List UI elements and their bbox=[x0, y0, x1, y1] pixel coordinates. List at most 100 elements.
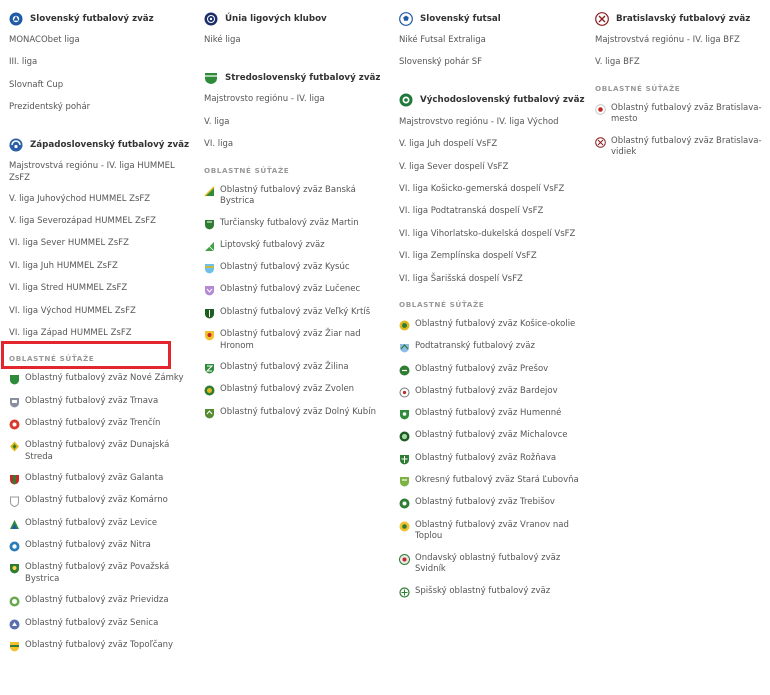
column-4: Bratislavský futbalový zväz Majstrovstvá… bbox=[595, 10, 767, 169]
region-item[interactable]: Oblastný futbalový zväz Trenčín bbox=[9, 418, 189, 440]
section-vsfz: Východoslovenský futbalový zväz Majstrov… bbox=[399, 92, 585, 608]
region-item[interactable]: Oblastný futbalový zväz Nitra bbox=[9, 540, 189, 562]
competition-link[interactable]: V. liga BFZ bbox=[595, 55, 767, 77]
competition-link[interactable]: V. liga Juhovýchod HUMMEL ZsFZ bbox=[9, 192, 189, 214]
competition-link[interactable]: VI. liga Východ HUMMEL ZsFZ bbox=[9, 304, 189, 326]
region-label: Oblastný futbalový zväz Trebišov bbox=[415, 497, 555, 508]
competition-link[interactable]: Niké liga bbox=[204, 33, 384, 55]
section-ulk: Únia ligových klubov Niké liga bbox=[204, 10, 384, 55]
region-label: Oblastný futbalový zväz Bratislava-vidie… bbox=[611, 135, 762, 158]
crest-icon bbox=[399, 454, 410, 465]
region-item[interactable]: Oblastný futbalový zväz Nové Zámky bbox=[9, 373, 189, 395]
competition-link[interactable]: Niké Futsal Extraliga bbox=[399, 33, 584, 55]
competition-link[interactable]: VI. liga Zemplínska dospelí VsFZ bbox=[399, 249, 584, 271]
competition-link[interactable]: VI. liga Juh HUMMEL ZsFZ bbox=[9, 259, 189, 281]
competition-link[interactable]: V. liga Juh dospelí VsFZ bbox=[399, 137, 584, 159]
region-item[interactable]: Oblastný futbalový zväz Senica bbox=[9, 618, 189, 640]
region-item[interactable]: Oblastný futbalový zväz Michalovce bbox=[399, 430, 584, 452]
section-header[interactable]: Slovenský futsal bbox=[399, 10, 584, 27]
region-label: Oblastný futbalový zväz Košice-okolie bbox=[415, 318, 576, 329]
crest-icon bbox=[399, 365, 410, 376]
crest-icon bbox=[204, 385, 215, 396]
region-item[interactable]: Okresný futbalový zväz Stará Ľubovňa bbox=[399, 475, 584, 497]
region-item[interactable]: Oblastný futbalový zväz Galanta bbox=[9, 473, 189, 495]
region-item[interactable]: Oblastný futbalový zväz Kysúc bbox=[204, 262, 384, 284]
region-label: Oblastný futbalový zväz Trnava bbox=[25, 395, 159, 406]
region-item[interactable]: Oblastný futbalový zväz Veľký Krtíš bbox=[204, 307, 384, 329]
competition-link[interactable]: Majstrovstvo regiónu - IV. liga Východ bbox=[399, 115, 584, 137]
crest-icon bbox=[399, 320, 410, 331]
competition-link[interactable]: VI. liga Košicko-gemerská dospelí VsFZ bbox=[399, 182, 584, 204]
section-header[interactable]: Bratislavský futbalový zväz bbox=[595, 10, 767, 27]
region-item[interactable]: Oblastný futbalový zväz Považská Bystric… bbox=[9, 562, 189, 585]
futsal-logo-icon bbox=[399, 11, 413, 26]
region-label: Oblastný futbalový zväz Nové Zámky bbox=[25, 373, 184, 384]
region-item[interactable]: Oblastný futbalový zväz Dunajská Streda bbox=[9, 440, 189, 463]
region-item[interactable]: Oblastný futbalový zväz Topoľčany bbox=[9, 640, 189, 662]
competition-link[interactable]: V. liga bbox=[204, 115, 384, 137]
section-header[interactable]: Stredoslovenský futbalový zväz bbox=[204, 69, 384, 86]
region-item[interactable]: Oblastný futbalový zväz Rožňava bbox=[399, 453, 584, 475]
competition-link[interactable]: V. liga Severozápad HUMMEL ZsFZ bbox=[9, 214, 189, 236]
competition-link[interactable]: III. liga bbox=[9, 55, 189, 77]
competition-link[interactable]: VI. liga Šarišská dospelí VsFZ bbox=[399, 272, 584, 294]
region-item[interactable]: Oblastný futbalový zväz Bratislava-mesto bbox=[595, 103, 767, 126]
competition-link[interactable]: VI. liga Vihorlatsko-dukelská dospelí Vs… bbox=[399, 227, 584, 249]
region-item[interactable]: Oblastný futbalový zväz Lučenec bbox=[204, 284, 384, 306]
column-2: Únia ligových klubov Niké liga Stredoslo… bbox=[204, 10, 384, 429]
regional-competitions-heading: OBLASTNÉ SÚŤAŽE bbox=[595, 83, 681, 93]
section-header[interactable]: Východoslovenský futbalový zväz bbox=[399, 92, 585, 109]
region-item[interactable]: Oblastný futbalový zväz Trebišov bbox=[399, 497, 584, 519]
competition-link[interactable]: Majstrovstvá regiónu - IV. liga BFZ bbox=[595, 33, 767, 55]
region-item[interactable]: Podtatranský futbalový zväz bbox=[399, 341, 584, 363]
competition-link[interactable]: VI. liga Sever HUMMEL ZsFZ bbox=[9, 236, 189, 258]
sfz-logo-icon bbox=[9, 12, 23, 26]
region-item[interactable]: Oblastný futbalový zväz Bratislava-vidie… bbox=[595, 136, 767, 159]
region-item[interactable]: Oblastný futbalový zväz Komárno bbox=[9, 495, 189, 517]
region-item[interactable]: Oblastný futbalový zväz Zvolen bbox=[204, 384, 384, 406]
region-label: Oblastný futbalový zväz Prievidza bbox=[25, 595, 169, 606]
region-item[interactable]: Oblastný futbalový zväz Bardejov bbox=[399, 386, 584, 408]
region-item[interactable]: Oblastný futbalový zväz Košice-okolie bbox=[399, 319, 584, 341]
competition-link[interactable]: MONACObet liga bbox=[9, 33, 189, 55]
section-header[interactable]: Únia ligových klubov bbox=[204, 10, 384, 27]
region-label: Turčiansky futbalový zväz Martin bbox=[220, 217, 359, 228]
region-item[interactable]: Oblastný futbalový zväz Humenné bbox=[399, 408, 584, 430]
region-item[interactable]: Oblastný futbalový zväz Vranov nad Toplo… bbox=[399, 520, 584, 543]
competition-link[interactable]: Slovenský pohár SF bbox=[399, 55, 584, 77]
section-header[interactable]: Slovenský futbalový zväz bbox=[9, 10, 189, 27]
region-item[interactable]: Oblastný futbalový zväz Žiar nad Hronom bbox=[204, 329, 384, 352]
competition-link[interactable]: VI. liga Podtatranská dospelí VsFZ bbox=[399, 204, 584, 226]
region-item[interactable]: Oblastný futbalový zväz Levice bbox=[9, 518, 189, 540]
region-item[interactable]: Turčiansky futbalový zväz Martin bbox=[204, 218, 384, 240]
crest-icon bbox=[399, 498, 410, 509]
competition-link[interactable]: VI. liga bbox=[204, 137, 384, 159]
region-label: Oblastný futbalový zväz Veľký Krtíš bbox=[220, 306, 371, 317]
region-item[interactable]: Ondavský oblastný futbalový zväz Svidník bbox=[399, 553, 584, 576]
region-item[interactable]: Oblastný futbalový zväz Žilina bbox=[204, 362, 384, 384]
section-zsfz: Západoslovenský futbalový zväz Majstrovs… bbox=[9, 137, 189, 663]
region-label: Oblastný futbalový zväz Galanta bbox=[25, 473, 164, 484]
region-item[interactable]: Spišský oblastný futbalový zväz bbox=[399, 586, 584, 608]
competition-link[interactable]: Prezidentský pohár bbox=[9, 100, 189, 122]
region-item[interactable]: Liptovský futbalový zväz bbox=[204, 240, 384, 262]
region-item[interactable]: Oblastný futbalový zväz Prievidza bbox=[9, 595, 189, 617]
region-item[interactable]: Oblastný futbalový zväz Dolný Kubín bbox=[204, 407, 384, 429]
section-header[interactable]: Západoslovenský futbalový zväz bbox=[9, 137, 189, 154]
region-label: Oblastný futbalový zväz Kysúc bbox=[220, 262, 350, 273]
competition-link[interactable]: V. liga Sever dospelí VsFZ bbox=[399, 160, 584, 182]
region-label: Okresný futbalový zväz Stará Ľubovňa bbox=[415, 474, 579, 485]
section-title: Východoslovenský futbalový zväz bbox=[420, 95, 585, 106]
region-label: Oblastný futbalový zväz Prešov bbox=[415, 363, 549, 374]
crest-icon bbox=[9, 419, 20, 430]
crest-icon bbox=[9, 441, 20, 452]
competition-link[interactable]: Majstrovstvá regiónu - IV. liga HUMMEL Z… bbox=[9, 160, 189, 184]
region-item[interactable]: Oblastný futbalový zväz Prešov bbox=[399, 364, 584, 386]
competition-link[interactable]: Majstrovsto regiónu - IV. liga bbox=[204, 92, 384, 114]
region-item[interactable]: Oblastný futbalový zväz Trnava bbox=[9, 396, 189, 418]
competition-link[interactable]: VI. liga Stred HUMMEL ZsFZ bbox=[9, 281, 189, 303]
crest-icon bbox=[204, 241, 215, 252]
competition-link[interactable]: Slovnaft Cup bbox=[9, 78, 189, 100]
region-item[interactable]: Oblastný futbalový zväz Banská Bystrica bbox=[204, 185, 384, 208]
crest-icon bbox=[399, 476, 410, 487]
